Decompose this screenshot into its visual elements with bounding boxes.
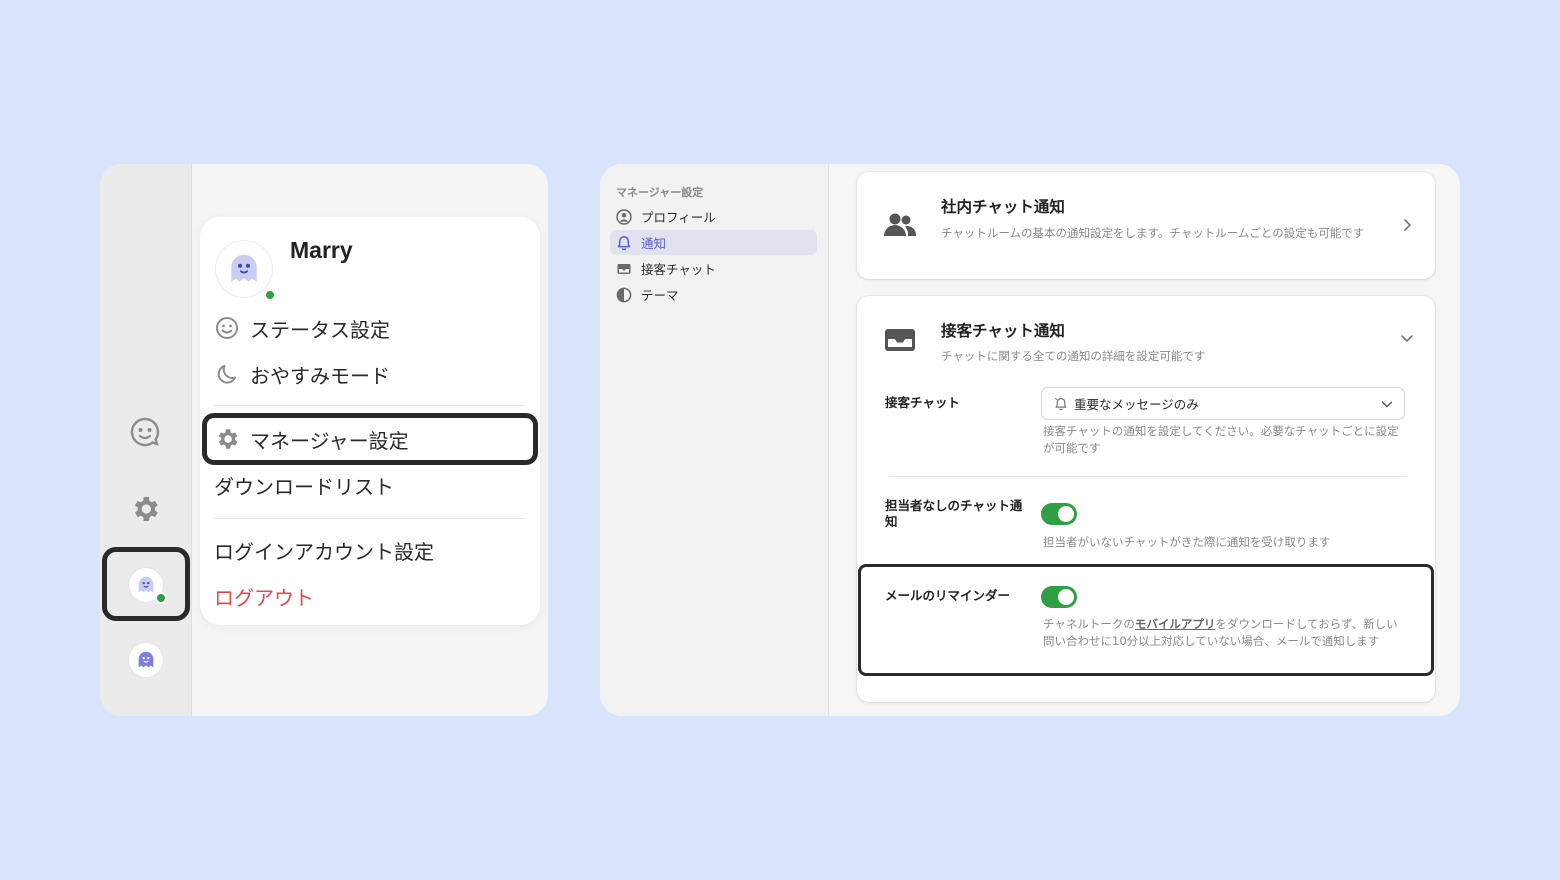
- sidebar-item-notifications[interactable]: 通知: [610, 230, 817, 255]
- card-title: 社内チャット通知: [941, 198, 1065, 216]
- card-description: チャットに関する全ての通知の詳細を設定可能です: [941, 349, 1206, 363]
- menu-item-label: おやすみモード: [250, 363, 390, 388]
- inbox-icon: [616, 261, 632, 277]
- internal-chat-card[interactable]: 社内チャット通知 チャットルームの基本の通知設定をします。チャットルームごとの設…: [857, 172, 1435, 279]
- menu-item-status[interactable]: ステータス設定: [214, 311, 390, 345]
- sidebar-section-title: マネージャー設定: [616, 186, 704, 199]
- sidebar-item-label: プロフィール: [641, 210, 716, 225]
- user-menu-panel: Marry ステータス設定 おやすみモード マネージャー設定 ダウンロードリスト: [100, 164, 548, 716]
- select-value: 重要なメッセージのみ: [1074, 397, 1199, 412]
- row-divider: [889, 476, 1407, 477]
- user-menu-card: Marry ステータス設定 おやすみモード マネージャー設定 ダウンロードリスト: [200, 217, 540, 625]
- menu-divider: [214, 518, 524, 519]
- online-status-dot: [264, 289, 276, 301]
- rail-avatar-highlight: [102, 547, 190, 621]
- menu-item-label: ログアウト: [214, 585, 314, 610]
- bell-icon: [1054, 397, 1067, 410]
- chat-face-icon[interactable]: [127, 414, 163, 450]
- user-circle-icon: [616, 208, 632, 225]
- card-title: 接客チャット通知: [941, 322, 1065, 340]
- bell-icon: [616, 235, 632, 251]
- notification-level-select[interactable]: 重要なメッセージのみ: [1041, 387, 1405, 420]
- menu-item-label: ダウンロードリスト: [214, 474, 394, 499]
- moon-icon: [214, 361, 240, 387]
- menu-divider: [214, 405, 524, 406]
- profile-avatar: [216, 241, 276, 301]
- contrast-icon: [616, 287, 632, 303]
- chevron-down-icon[interactable]: [1399, 330, 1415, 346]
- row-help-text: 担当者がいないチャットがきた際に通知を受け取ります: [1043, 535, 1331, 549]
- unassigned-chat-toggle[interactable]: [1041, 503, 1077, 525]
- row-label: 接客チャット: [885, 395, 960, 410]
- row-label: 担当者なしのチャット通知: [885, 498, 1023, 529]
- sidebar-item-profile[interactable]: プロフィール: [610, 204, 817, 229]
- chevron-down-icon: [1381, 401, 1393, 408]
- menu-item-download-list[interactable]: ダウンロードリスト: [214, 468, 394, 502]
- menu-item-label: ログインアカウント設定: [214, 539, 434, 564]
- workspace-avatar[interactable]: [129, 643, 163, 677]
- sidebar-item-label: 通知: [641, 236, 667, 251]
- settings-panel: マネージャー設定 プロフィール 通知 接客チャット テーマ 社内チャット通知 チ…: [600, 164, 1460, 716]
- inbox-icon: [883, 323, 917, 357]
- email-reminder-highlight: [858, 564, 1434, 676]
- card-description: チャットルームの基本の通知設定をします。チャットルームごとの設定も可能です: [941, 226, 1365, 240]
- menu-item-label: ステータス設定: [250, 317, 390, 342]
- settings-sidebar: マネージャー設定 プロフィール 通知 接客チャット テーマ: [600, 164, 829, 716]
- sidebar-item-label: 接客チャット: [641, 262, 716, 277]
- smile-icon: [214, 315, 240, 341]
- menu-item-login-account[interactable]: ログインアカウント設定: [214, 533, 434, 567]
- gear-icon[interactable]: [127, 491, 163, 527]
- menu-item-logout[interactable]: ログアウト: [214, 579, 314, 613]
- user-name: Marry: [290, 237, 353, 263]
- sidebar-item-customer-chat[interactable]: 接客チャット: [610, 256, 817, 281]
- menu-item-sleep-mode[interactable]: おやすみモード: [214, 357, 390, 391]
- row-help-text: 接客チャットの通知を設定してください。必要なチャットごとに設定が可能です: [1043, 424, 1399, 455]
- sidebar-item-label: テーマ: [641, 288, 679, 303]
- sidebar-item-theme[interactable]: テーマ: [610, 282, 817, 307]
- users-icon: [883, 208, 917, 242]
- chevron-right-icon: [1404, 219, 1411, 231]
- app-rail: [100, 164, 192, 716]
- manager-settings-highlight: [202, 413, 538, 465]
